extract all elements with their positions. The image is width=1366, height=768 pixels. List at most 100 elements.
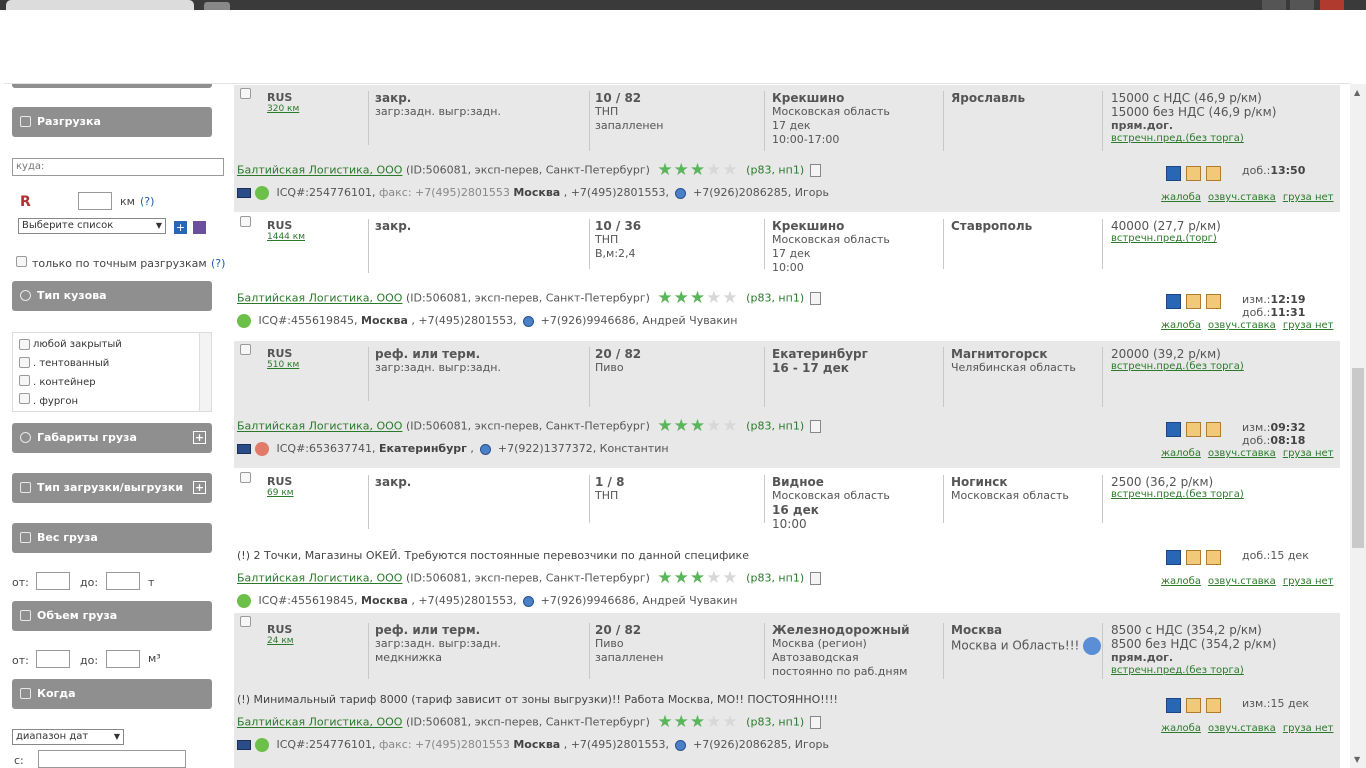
list-select[interactable]: Выберите список <box>18 218 166 234</box>
body-type-checkbox[interactable] <box>19 375 30 386</box>
list-scrollbar[interactable] <box>199 333 211 411</box>
dimensions-button[interactable]: Габариты груза + <box>12 423 212 453</box>
select-checkbox[interactable] <box>240 88 251 99</box>
scrollbar-thumb[interactable] <box>1352 368 1364 548</box>
envelope-icon[interactable] <box>1186 294 1201 309</box>
firm-link[interactable]: Балтийская Логистика, ООО <box>237 572 402 585</box>
body-type-button[interactable]: Тип кузова <box>12 281 212 311</box>
counter-offer-link[interactable]: встречн.пред.(без торга) <box>1111 665 1336 676</box>
help-link[interactable]: (?) <box>211 257 225 270</box>
distance-link[interactable]: 320 км <box>267 104 368 114</box>
document-icon[interactable] <box>809 164 821 177</box>
complaint-link[interactable]: жалоба <box>1161 192 1201 203</box>
date-range-select[interactable]: диапазон дат <box>12 729 124 745</box>
counter-offer-link[interactable]: встречн.пред.(без торга) <box>1111 489 1336 500</box>
distance-link[interactable]: 510 км <box>267 360 368 370</box>
page-scrollbar[interactable]: ▲ ▼ <box>1350 84 1366 768</box>
envelope-icon[interactable] <box>1186 698 1201 713</box>
complaint-link[interactable]: жалоба <box>1161 448 1201 459</box>
message-icon[interactable] <box>1166 550 1181 565</box>
envelope-icon[interactable] <box>1186 550 1201 565</box>
collapsed-filter-button[interactable] <box>12 84 212 88</box>
no-cargo-link[interactable]: груза нет <box>1283 192 1334 203</box>
no-cargo-link[interactable]: груза нет <box>1283 320 1334 331</box>
remove-icon[interactable] <box>1206 166 1221 181</box>
select-checkbox[interactable] <box>240 216 251 227</box>
document-icon[interactable] <box>809 572 821 585</box>
body-type-checkbox[interactable] <box>19 393 30 404</box>
destination-input[interactable]: куда: <box>12 158 224 176</box>
distance-link[interactable]: 24 км <box>267 636 368 646</box>
quote-rate-link[interactable]: озвуч.ставка <box>1208 320 1276 331</box>
add-list-button[interactable]: + <box>174 221 187 234</box>
body-type-list[interactable]: любой закрытый . тентованный . контейнер… <box>12 332 212 412</box>
document-icon[interactable] <box>809 420 821 433</box>
remove-icon[interactable] <box>1206 698 1221 713</box>
firm-link[interactable]: Балтийская Логистика, ООО <box>237 716 402 729</box>
distance-link[interactable]: 69 км <box>267 488 368 498</box>
expand-icon[interactable]: + <box>193 481 206 494</box>
icq-icon <box>237 314 251 328</box>
remove-icon[interactable] <box>1206 422 1221 437</box>
email-icon[interactable] <box>237 444 251 454</box>
maximize-button[interactable] <box>1290 0 1314 10</box>
complaint-link[interactable]: жалоба <box>1161 723 1201 734</box>
document-icon[interactable] <box>809 292 821 305</box>
select-checkbox[interactable] <box>240 344 251 355</box>
weight-button[interactable]: Вес груза <box>12 523 212 553</box>
quote-rate-link[interactable]: озвуч.ставка <box>1208 723 1276 734</box>
quote-rate-link[interactable]: озвуч.ставка <box>1208 448 1276 459</box>
firm-link[interactable]: Балтийская Логистика, ООО <box>237 292 402 305</box>
remove-icon[interactable] <box>1206 550 1221 565</box>
message-icon[interactable] <box>1166 698 1181 713</box>
complaint-link[interactable]: жалоба <box>1161 576 1201 587</box>
message-icon[interactable] <box>1166 294 1181 309</box>
unload-button[interactable]: Разгрузка <box>12 107 212 137</box>
message-icon[interactable] <box>1166 422 1181 437</box>
no-cargo-link[interactable]: груза нет <box>1283 576 1334 587</box>
quote-rate-link[interactable]: озвуч.ставка <box>1208 576 1276 587</box>
remove-icon[interactable] <box>1206 294 1221 309</box>
body-type-checkbox[interactable] <box>19 339 30 350</box>
volume-from-input[interactable] <box>36 650 70 668</box>
no-cargo-link[interactable]: груза нет <box>1283 448 1334 459</box>
counter-offer-link[interactable]: встречн.пред.(торг) <box>1111 233 1336 244</box>
document-icon[interactable] <box>809 716 821 729</box>
close-window-button[interactable] <box>1320 0 1344 10</box>
distance-link[interactable]: 1444 км <box>267 232 368 242</box>
email-icon[interactable] <box>237 188 251 198</box>
expand-icon[interactable]: + <box>193 431 206 444</box>
browser-tab-new[interactable] <box>204 2 230 10</box>
help-link[interactable]: (?) <box>140 195 154 208</box>
volume-button[interactable]: Объем груза <box>12 601 212 631</box>
radius-icon[interactable]: R <box>20 194 31 210</box>
quote-rate-link[interactable]: озвуч.ставка <box>1208 192 1276 203</box>
complaint-link[interactable]: жалоба <box>1161 320 1201 331</box>
envelope-icon[interactable] <box>1186 166 1201 181</box>
minimize-button[interactable] <box>1262 0 1286 10</box>
firm-link[interactable]: Балтийская Логистика, ООО <box>237 420 402 433</box>
weight-from-input[interactable] <box>36 572 70 590</box>
when-button[interactable]: Когда <box>12 679 212 709</box>
weight-to-input[interactable] <box>106 572 140 590</box>
browser-tab-active[interactable] <box>6 0 194 10</box>
counter-offer-link[interactable]: встречн.пред.(без торга) <box>1111 361 1336 372</box>
body-type-checkbox[interactable] <box>19 357 30 368</box>
counter-offer-link[interactable]: встречн.пред.(без торга) <box>1111 133 1336 144</box>
load-type-button[interactable]: Тип загрузки/выгрузки + <box>12 473 212 503</box>
message-icon[interactable] <box>1166 166 1181 181</box>
icq-number: ICQ#:653637741, <box>276 442 376 455</box>
select-checkbox[interactable] <box>240 616 251 627</box>
date-from-input[interactable] <box>38 750 186 768</box>
scroll-up-icon[interactable]: ▲ <box>1354 88 1360 97</box>
envelope-icon[interactable] <box>1186 422 1201 437</box>
select-checkbox[interactable] <box>240 472 251 483</box>
radius-km-input[interactable] <box>78 192 112 210</box>
edit-list-button[interactable] <box>193 221 206 234</box>
firm-link[interactable]: Балтийская Логистика, ООО <box>237 164 402 177</box>
exact-unload-checkbox[interactable] <box>16 256 27 267</box>
scroll-down-icon[interactable]: ▼ <box>1354 755 1360 764</box>
no-cargo-link[interactable]: груза нет <box>1283 723 1334 734</box>
volume-to-input[interactable] <box>106 650 140 668</box>
email-icon[interactable] <box>237 740 251 750</box>
